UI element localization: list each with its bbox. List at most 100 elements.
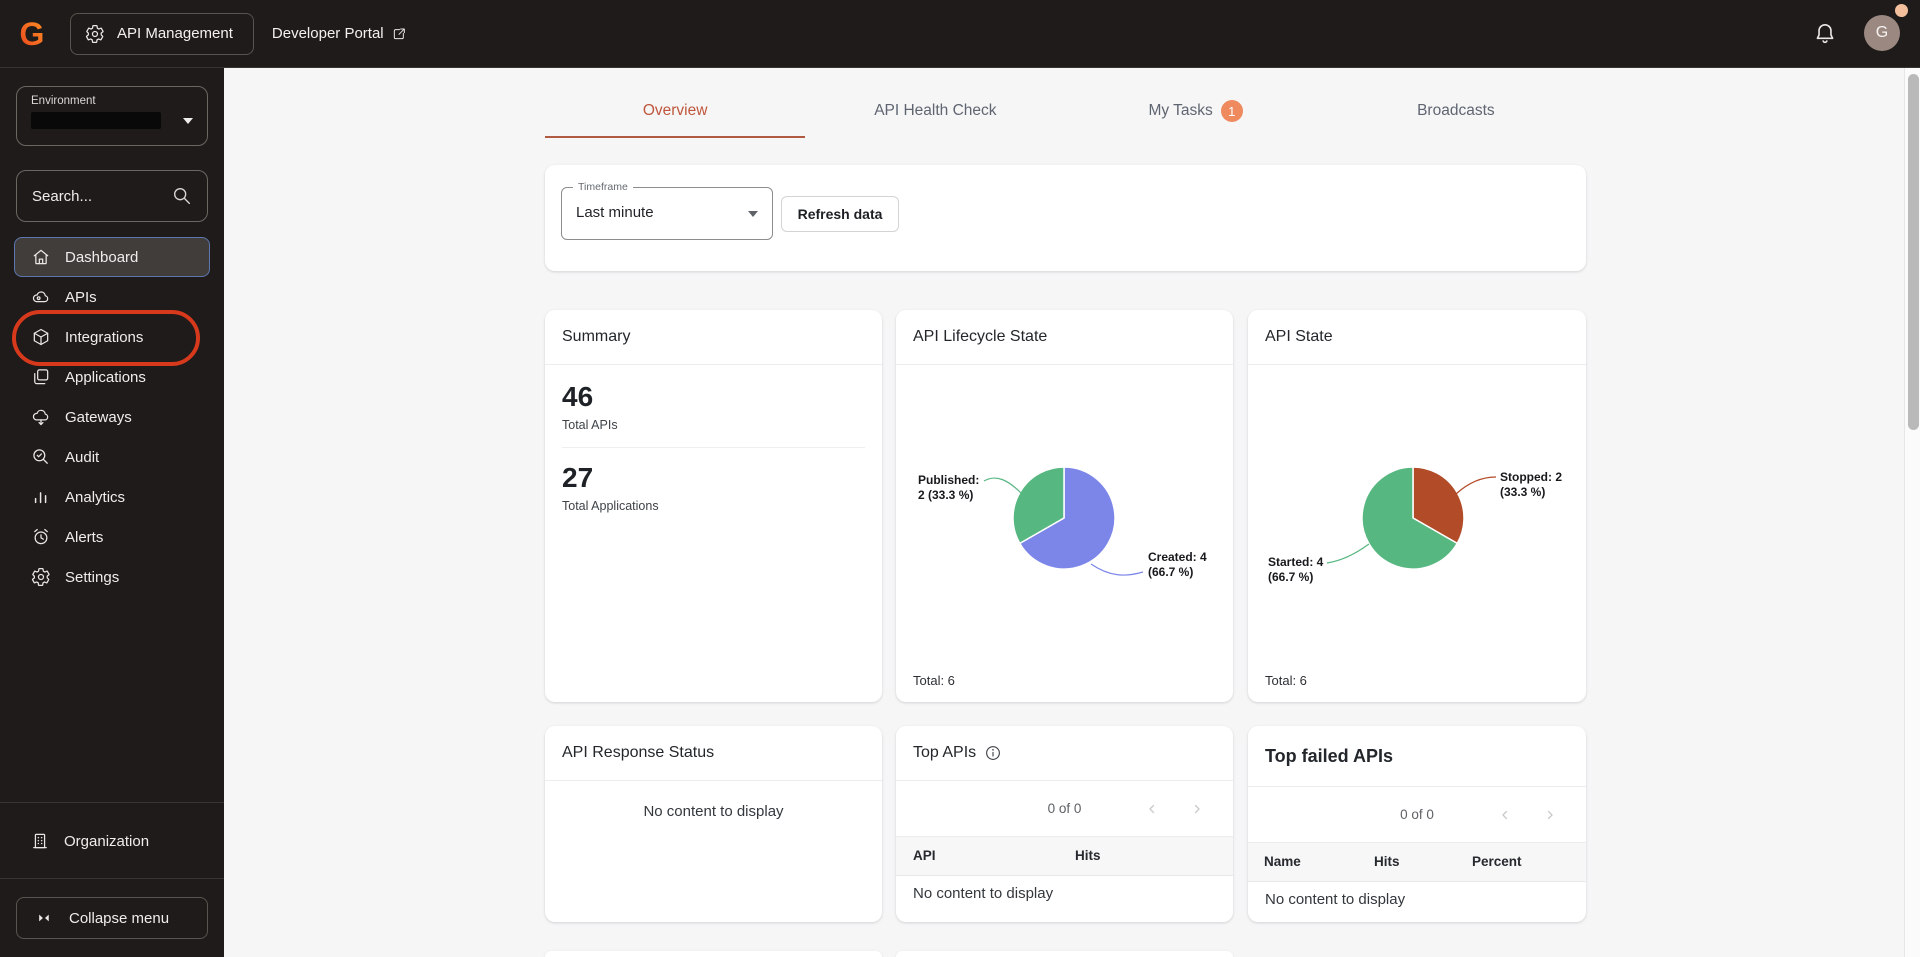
empty-state-text: No content to display bbox=[1265, 891, 1406, 908]
cloud-icon bbox=[32, 291, 49, 303]
column-header-name[interactable]: Name bbox=[1264, 854, 1301, 869]
tab-my-tasks[interactable]: My Tasks 1 bbox=[1066, 84, 1326, 138]
portal-link-label: Developer Portal bbox=[271, 25, 384, 42]
api-state-card: API State Stopped: 2 (33.3 %) Started: 4… bbox=[1248, 310, 1586, 702]
top-failed-apis-card: Top failed APIs 0 of 0 Name Hits Percent… bbox=[1248, 726, 1586, 922]
audit-search-icon bbox=[33, 449, 48, 464]
gravitee-logo-icon[interactable]: G bbox=[10, 12, 54, 56]
pie-label-started: Started: 4 (66.7 %) bbox=[1268, 555, 1324, 584]
sidebar-item-label: Dashboard bbox=[65, 248, 139, 266]
pie-chart-lifecycle: Published: 2 (33.3 %) Created: 4 (66.7 %… bbox=[896, 365, 1233, 702]
sidebar-item-applications[interactable]: Applications bbox=[14, 357, 210, 397]
pie-label-published: Published: 2 (33.3 %) bbox=[918, 473, 980, 502]
my-tasks-count-badge: 1 bbox=[1220, 100, 1243, 122]
collapse-menu-button[interactable]: Collapse menu bbox=[16, 897, 208, 939]
tab-api-health-check[interactable]: API Health Check bbox=[805, 84, 1065, 138]
divider bbox=[562, 447, 865, 448]
avatar-initial: G bbox=[1864, 15, 1900, 51]
environment-select[interactable]: Environment bbox=[16, 86, 208, 146]
filter-card: Timeframe Last minute Refresh data bbox=[545, 165, 1586, 271]
chevron-right-icon[interactable] bbox=[1190, 802, 1204, 816]
empty-state-text: No content to display bbox=[643, 803, 784, 820]
sidebar-item-label: Alerts bbox=[65, 528, 104, 546]
sidebar-item-alerts[interactable]: Alerts bbox=[14, 517, 210, 557]
tab-broadcasts[interactable]: Broadcasts bbox=[1326, 84, 1586, 138]
column-header-hits[interactable]: Hits bbox=[1374, 854, 1400, 869]
chevron-down-icon bbox=[183, 117, 193, 124]
chevron-down-icon bbox=[748, 211, 758, 217]
sidebar-item-analytics[interactable]: Analytics bbox=[14, 477, 210, 517]
pagination-count: 0 of 0 bbox=[1047, 801, 1082, 816]
tab-label: My Tasks bbox=[1148, 102, 1213, 119]
sidebar-item-audit[interactable]: Audit bbox=[14, 437, 210, 477]
sidebar-item-integrations[interactable]: Integrations bbox=[14, 317, 210, 357]
sidebar-item-label: Applications bbox=[65, 368, 146, 386]
card-title: Summary bbox=[562, 328, 631, 345]
svg-text:G: G bbox=[20, 16, 45, 52]
sidebar-item-label: Analytics bbox=[65, 488, 126, 506]
tab-overview[interactable]: Overview bbox=[545, 84, 806, 138]
search-input[interactable] bbox=[32, 187, 171, 205]
sidebar-divider bbox=[0, 878, 224, 879]
summary-card: Summary 46 Total APIs 27 Total Applicati… bbox=[545, 310, 882, 702]
timeframe-value: Last minute bbox=[576, 204, 654, 221]
topbar-right: G bbox=[1812, 0, 1908, 68]
total-apis-value: 46 bbox=[562, 381, 594, 412]
sidebar-item-label: Integrations bbox=[65, 328, 144, 346]
external-link-icon bbox=[393, 28, 405, 39]
sidebar-item-apis[interactable]: APIs bbox=[14, 277, 210, 317]
empty-state-text: No content to display bbox=[913, 885, 1054, 902]
pie-label-created: Created: 4 (66.7 %) bbox=[1148, 550, 1207, 579]
column-header-percent[interactable]: Percent bbox=[1472, 854, 1522, 869]
timeframe-select[interactable]: Timeframe Last minute bbox=[561, 181, 773, 240]
sidebar-search[interactable] bbox=[16, 170, 208, 222]
pie-chart-api-state: Stopped: 2 (33.3 %) Started: 4 (66.7 %) bbox=[1248, 365, 1586, 702]
windows-icon bbox=[34, 369, 49, 385]
pagination-count: 0 of 0 bbox=[1400, 807, 1434, 822]
sidebar-item-gateways[interactable]: Gateways bbox=[14, 397, 210, 437]
gear-icon bbox=[31, 568, 50, 586]
card-title: Top failed APIs bbox=[1265, 745, 1394, 766]
pie-total-label: Total: 6 bbox=[913, 673, 955, 688]
column-header-api[interactable]: API bbox=[913, 848, 936, 863]
total-apis-label: Total APIs bbox=[562, 418, 618, 432]
api-lifecycle-state-card: API Lifecycle State Published: 2 (33.3 %… bbox=[896, 310, 1233, 702]
column-header-hits[interactable]: Hits bbox=[1075, 848, 1101, 863]
sidebar-item-settings[interactable]: Settings bbox=[14, 557, 210, 597]
table-header-row: Name Hits Percent bbox=[1248, 843, 1586, 882]
sidebar-item-dashboard[interactable]: Dashboard bbox=[14, 237, 210, 277]
pagination-row: 0 of 0 bbox=[1248, 787, 1586, 843]
chevron-right-icon[interactable] bbox=[1543, 808, 1557, 822]
card-title: API Response Status bbox=[562, 744, 715, 761]
total-applications-label: Total Applications bbox=[562, 499, 659, 513]
main-tabs: Overview API Health Check My Tasks 1 Broa… bbox=[545, 84, 1586, 138]
developer-portal-link[interactable]: Developer Portal bbox=[272, 25, 407, 42]
scrollbar-thumb[interactable] bbox=[1907, 74, 1919, 430]
api-response-status-card: API Response Status No content to displa… bbox=[545, 726, 882, 922]
sidebar-item-organization[interactable]: Organization bbox=[14, 820, 210, 862]
scrollbar-track[interactable] bbox=[1904, 68, 1920, 957]
info-icon[interactable] bbox=[984, 744, 1002, 762]
refresh-data-button[interactable]: Refresh data bbox=[781, 196, 899, 232]
sidebar-item-label: APIs bbox=[65, 288, 97, 306]
tab-label: Broadcasts bbox=[1417, 102, 1495, 119]
building-icon bbox=[33, 833, 47, 849]
package-icon bbox=[33, 328, 49, 346]
sidebar-menu: Dashboard APIs Integrations Applications… bbox=[14, 237, 210, 597]
sidebar-item-label: Settings bbox=[65, 568, 120, 586]
alarm-icon bbox=[34, 528, 48, 545]
pie-total-label: Total: 6 bbox=[1265, 673, 1307, 688]
collapse-menu-label: Collapse menu bbox=[69, 909, 170, 927]
chevron-left-icon[interactable] bbox=[1145, 802, 1159, 816]
chevron-left-icon[interactable] bbox=[1498, 808, 1512, 822]
user-avatar[interactable]: G bbox=[1864, 4, 1908, 53]
total-applications-value: 27 bbox=[562, 462, 594, 493]
app-root: G API Management Developer Portal G Envi… bbox=[0, 0, 1920, 957]
notification-bell-icon[interactable] bbox=[1812, 21, 1838, 47]
api-management-button[interactable]: API Management bbox=[70, 12, 254, 55]
sidebar-item-label: Gateways bbox=[65, 408, 132, 426]
pie-label-stopped: Stopped: 2 (33.3 %) bbox=[1500, 470, 1562, 499]
app-button-label: API Management bbox=[117, 25, 233, 42]
top-apis-card: Top APIs 0 of 0 API Hits No content to d… bbox=[896, 726, 1233, 922]
collapse-arrows-icon bbox=[39, 914, 49, 922]
